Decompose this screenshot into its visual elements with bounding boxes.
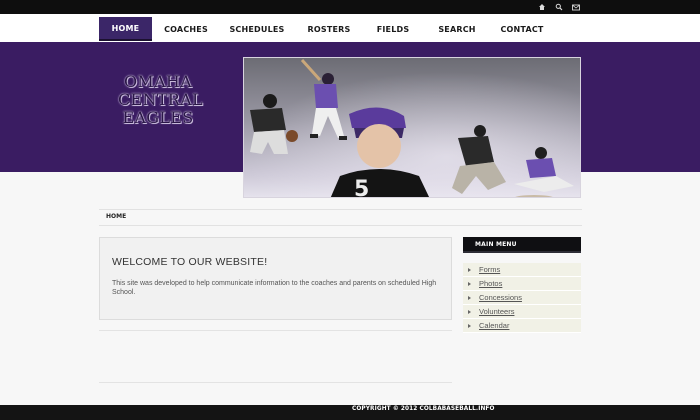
mail-icon[interactable] xyxy=(571,3,580,12)
nav-item-schedules[interactable]: SCHEDULES xyxy=(220,17,294,41)
bullet-icon xyxy=(468,324,471,328)
sidebar-item-volunteers[interactable]: Volunteers xyxy=(463,305,581,319)
nav-item-rosters[interactable]: ROSTERS xyxy=(294,17,364,41)
main-nav: HOME COACHES SCHEDULES ROSTERS FIELDS SE… xyxy=(0,14,700,42)
top-bar xyxy=(0,0,700,14)
breadcrumb: HOME xyxy=(99,209,582,226)
logo-line-1: OMAHA xyxy=(123,72,193,91)
logo-line-2: CENTRAL xyxy=(118,90,203,109)
logo-line-3: EAGLES xyxy=(122,108,194,127)
bullet-icon xyxy=(468,282,471,286)
sidebar-item-photos[interactable]: Photos xyxy=(463,277,581,291)
sidebar-item-calendar[interactable]: Calendar xyxy=(463,319,581,333)
sidebar-item-concessions[interactable]: Concessions xyxy=(463,291,581,305)
bullet-icon xyxy=(468,296,471,300)
content-divider xyxy=(99,382,452,383)
nav-item-search[interactable]: SEARCH xyxy=(422,17,492,41)
svg-text:5: 5 xyxy=(354,177,369,198)
sidebar-item-label[interactable]: Photos xyxy=(479,279,502,288)
nav-item-home[interactable]: HOME xyxy=(99,17,152,41)
sidebar-menu: Forms Photos Concessions Volunteers Cale… xyxy=(463,263,581,333)
sidebar-item-label[interactable]: Calendar xyxy=(479,321,509,330)
sidebar-item-forms[interactable]: Forms xyxy=(463,263,581,277)
copyright-text: COPYRIGHT © 2012 COLBABASEBALL.INFO xyxy=(352,406,495,412)
nav-item-coaches[interactable]: COACHES xyxy=(152,17,220,41)
sidebar-item-label[interactable]: Concessions xyxy=(479,293,522,302)
search-icon[interactable] xyxy=(554,3,563,12)
sidebar-heading: MAIN MENU xyxy=(463,237,581,253)
bullet-icon xyxy=(468,310,471,314)
welcome-title: WELCOME TO OUR WEBSITE! xyxy=(112,256,268,268)
site-logo[interactable]: OMAHA CENTRAL EAGLES xyxy=(118,72,203,127)
content-divider xyxy=(99,330,452,331)
welcome-box: WELCOME TO OUR WEBSITE! This site was de… xyxy=(99,237,452,320)
sidebar-item-label[interactable]: Volunteers xyxy=(479,307,514,316)
bullet-icon xyxy=(468,268,471,272)
sidebar-item-label[interactable]: Forms xyxy=(479,265,500,274)
welcome-text: This site was developed to help communic… xyxy=(112,280,437,296)
hero-image: 5 xyxy=(243,57,581,198)
nav-item-contact[interactable]: CONTACT xyxy=(492,17,552,41)
breadcrumb-home[interactable]: HOME xyxy=(106,213,126,220)
home-icon[interactable] xyxy=(537,3,546,12)
footer: COPYRIGHT © 2012 COLBABASEBALL.INFO xyxy=(0,405,700,420)
sidebar-title: MAIN MENU xyxy=(475,241,517,248)
nav-item-fields[interactable]: FIELDS xyxy=(364,17,422,41)
